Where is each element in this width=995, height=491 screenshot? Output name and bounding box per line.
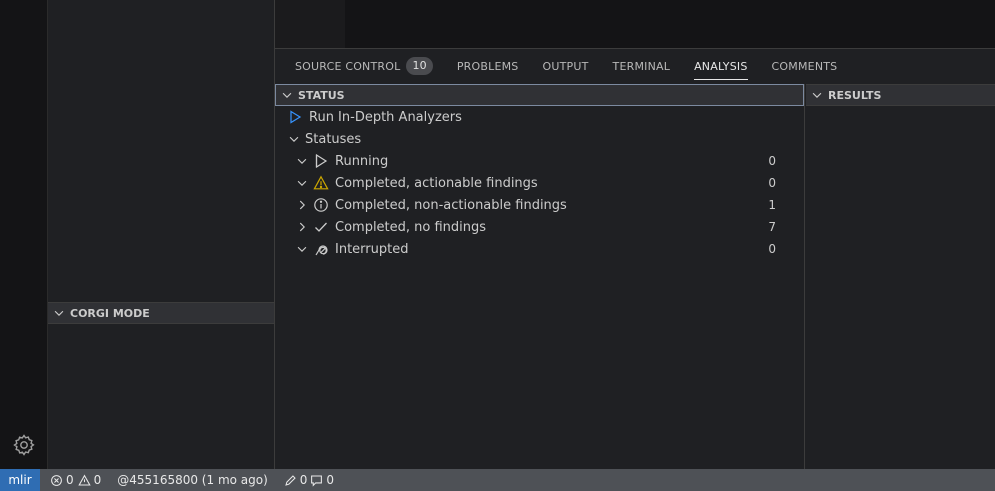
run-analyzers-label: Run In-Depth Analyzers	[309, 109, 462, 125]
play-icon	[290, 110, 302, 124]
section-title: CORGI MODE	[70, 306, 150, 320]
run-analyzers-action[interactable]: Run In-Depth Analyzers	[275, 106, 803, 128]
status-count: 0	[768, 154, 776, 168]
edits-count: 0	[299, 473, 308, 487]
sidebar: CORGI MODE	[48, 0, 275, 469]
error-count: 0	[66, 473, 74, 487]
pencil-icon	[285, 474, 296, 486]
activity-bar	[0, 0, 48, 469]
status-row-actionable[interactable]: Completed, actionable findings 0	[275, 172, 803, 194]
status-count: 7	[768, 220, 776, 234]
status-count: 0	[768, 242, 776, 256]
chevron-down-icon	[282, 92, 292, 98]
results-pane-header[interactable]: RESULTS	[806, 84, 995, 106]
warning-count: 0	[93, 473, 102, 487]
status-row-running[interactable]: Running 0	[275, 150, 803, 172]
chevron-down-icon	[297, 246, 307, 252]
chevron-right-icon	[299, 222, 305, 232]
results-pane: RESULTS	[806, 84, 995, 470]
status-row-interrupted[interactable]: Interrupted 0	[275, 238, 803, 260]
status-bar: mlir 0 0 @455165800 (1 mo ago) 0 0	[0, 469, 995, 491]
status-label: Running	[335, 153, 389, 169]
tab-output[interactable]: OUTPUT	[542, 49, 588, 83]
tab-label: PROBLEMS	[456, 59, 519, 73]
bottom-panel: SOURCE CONTROL 10 PROBLEMS OUTPUT TERMIN…	[275, 48, 995, 470]
status-count: 1	[768, 198, 776, 212]
status-count: 0	[768, 176, 776, 190]
status-label: Completed, no findings	[335, 219, 487, 235]
chevron-down-icon	[297, 158, 307, 164]
info-icon	[314, 198, 328, 212]
warning-icon	[77, 474, 91, 485]
chevron-right-icon	[299, 200, 305, 210]
tab-label: ANALYSIS	[694, 59, 748, 73]
check-icon	[315, 222, 327, 232]
panel-tabs: SOURCE CONTROL 10 PROBLEMS OUTPUT TERMIN…	[275, 49, 995, 83]
pane-title: RESULTS	[828, 88, 882, 102]
blame-info[interactable]: @455165800 (1 mo ago)	[117, 473, 268, 487]
gear-icon[interactable]	[12, 433, 36, 457]
tab-source-control[interactable]: SOURCE CONTROL 10	[295, 49, 433, 83]
tab-comments[interactable]: COMMENTS	[772, 49, 838, 83]
comment-icon	[311, 475, 323, 487]
error-icon	[51, 474, 62, 486]
status-row-non-actionable[interactable]: Completed, non-actionable findings 1	[275, 194, 803, 216]
blame-label: @455165800 (1 mo ago)	[117, 473, 268, 487]
chevron-down-icon	[289, 136, 299, 142]
problems-summary[interactable]: 0 0	[50, 473, 101, 487]
statuses-group[interactable]: Statuses	[275, 128, 803, 150]
source-control-count-badge: 10	[406, 57, 433, 75]
tab-label: SOURCE CONTROL	[295, 59, 401, 73]
comments-count: 0	[326, 473, 335, 487]
corgi-mode-section-header[interactable]: CORGI MODE	[48, 302, 274, 324]
tab-label: OUTPUT	[542, 59, 589, 73]
editor-gutter	[275, 0, 345, 48]
status-label: Interrupted	[335, 241, 409, 257]
chevron-down-icon	[54, 310, 64, 316]
statuses-group-label: Statuses	[305, 131, 362, 147]
chevron-down-icon	[812, 92, 822, 98]
tab-label: COMMENTS	[771, 59, 838, 73]
interrupted-icon	[315, 245, 328, 256]
status-label: Completed, non-actionable findings	[335, 197, 567, 213]
status-row-no-findings[interactable]: Completed, no findings 7	[275, 216, 803, 238]
status-pane: STATUS Run In-Depth Analyzers Statuses R…	[275, 84, 805, 470]
remote-label: mlir	[8, 473, 32, 487]
chevron-down-icon	[297, 180, 307, 186]
remote-indicator[interactable]: mlir	[0, 469, 40, 491]
pane-title: STATUS	[298, 88, 345, 102]
tab-terminal[interactable]: TERMINAL	[613, 49, 671, 83]
status-pane-header[interactable]: STATUS	[275, 84, 804, 106]
editor-area	[275, 0, 995, 48]
tab-problems[interactable]: PROBLEMS	[457, 49, 519, 83]
edits-comments-summary[interactable]: 0 0	[284, 473, 334, 487]
warning-icon	[313, 175, 329, 190]
tab-label: TERMINAL	[612, 59, 671, 73]
status-label: Completed, actionable findings	[335, 175, 538, 191]
tab-analysis[interactable]: ANALYSIS	[694, 49, 749, 83]
play-outline-icon	[315, 153, 328, 169]
